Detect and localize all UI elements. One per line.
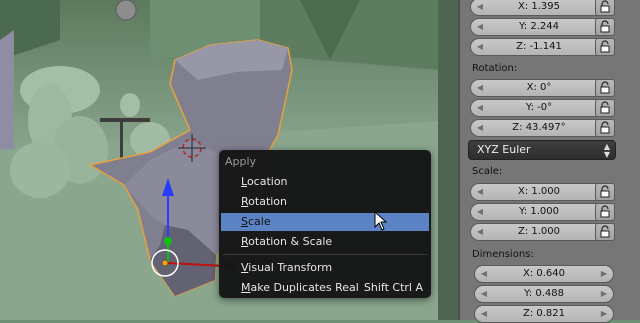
rotation-label: Rotation:	[472, 63, 518, 74]
menu-item-rotation[interactable]: Rotation	[221, 193, 429, 211]
rotation-y-lock-icon[interactable]	[595, 99, 615, 117]
dimensions-x-field[interactable]: ◀ X: 0.640 ▶	[474, 265, 614, 283]
shortcut-label: Shift Ctrl A	[363, 281, 423, 294]
menu-separator	[223, 254, 427, 255]
scale-y-lock-icon[interactable]	[595, 203, 615, 221]
dimensions-label: Dimensions:	[472, 249, 534, 260]
menu-item-visual-transform[interactable]: Visual Transform	[221, 259, 429, 277]
scale-z-field[interactable]: ◀Z: 1.000▶	[470, 223, 608, 241]
scale-y-field[interactable]: ◀Y: 1.000▶	[470, 203, 608, 221]
y-axis-handle	[164, 237, 172, 245]
rotation-x-field[interactable]: ◀X: 0°▶	[470, 79, 608, 97]
menu-item-scale[interactable]: Scale	[221, 213, 429, 231]
location-y-lock-icon[interactable]	[595, 18, 615, 36]
location-y-field[interactable]: ◀Y: 2.244▶	[470, 18, 608, 36]
apply-menu: Apply Location Rotation Scale Rotation &…	[219, 150, 431, 298]
menu-item-make-duplicates-real[interactable]: Make Duplicates Real Shift Ctrl A	[221, 279, 429, 297]
menu-item-rotation-scale[interactable]: Rotation & Scale	[221, 233, 429, 251]
location-z-lock-icon[interactable]	[595, 38, 615, 56]
location-x-field[interactable]: ◀X: 1.395▶	[470, 0, 608, 16]
scale-x-lock-icon[interactable]	[595, 183, 615, 201]
location-x-lock-icon[interactable]	[595, 0, 615, 16]
apply-menu-title: Apply	[225, 155, 257, 168]
dimensions-y-field[interactable]: ◀ Y: 0.488 ▶	[474, 285, 614, 303]
rotation-mode-dropdown[interactable]: XYZ Euler ▲ ▼	[468, 140, 616, 160]
transform-panel: ◀X: 1.395▶ ◀Y: 2.244▶ ◀Z: -1.141▶ Rotati…	[458, 0, 640, 323]
rotation-y-field[interactable]: ◀Y: -0°▶	[470, 99, 608, 117]
scale-label: Scale:	[472, 166, 503, 177]
3d-viewport[interactable]: Apply Location Rotation Scale Rotation &…	[0, 0, 458, 320]
menu-item-location[interactable]: Location	[221, 173, 429, 191]
scale-x-field[interactable]: ◀X: 1.000▶	[470, 183, 608, 201]
rotation-z-lock-icon[interactable]	[595, 119, 615, 137]
object-origin	[161, 259, 169, 267]
dimensions-z-field[interactable]: ◀ Z: 0.821 ▶	[474, 305, 614, 323]
rotation-z-field[interactable]: ◀Z: 43.497°▶	[470, 119, 608, 137]
location-z-field[interactable]: ◀Z: -1.141▶	[470, 38, 608, 56]
rotation-x-lock-icon[interactable]	[595, 79, 615, 97]
mouse-cursor-icon	[374, 211, 388, 231]
scale-z-lock-icon[interactable]	[595, 223, 615, 241]
updown-arrows-icon: ▲ ▼	[603, 142, 610, 159]
